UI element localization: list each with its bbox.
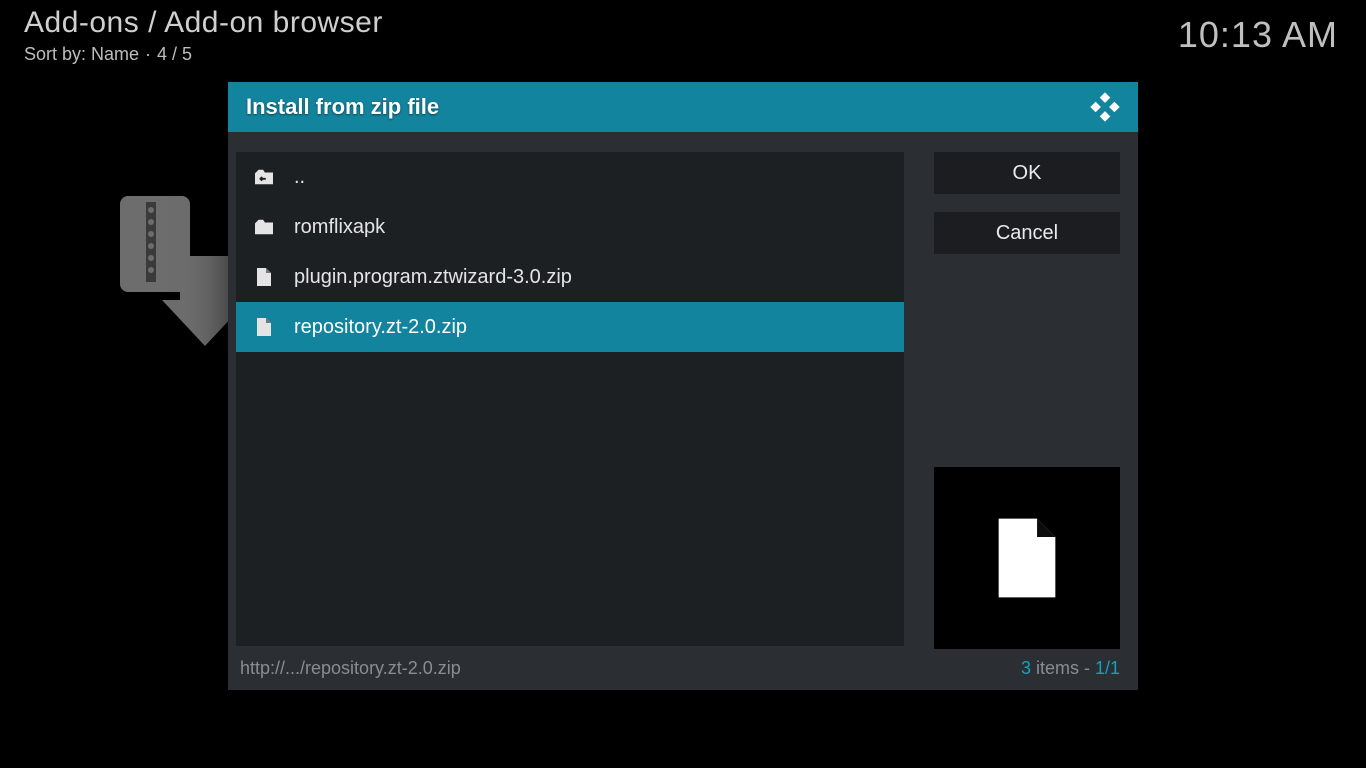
cancel-button[interactable]: Cancel <box>934 212 1120 254</box>
sort-label: Sort by: Name <box>24 44 139 64</box>
sort-line: Sort by: Name·4 / 5 <box>24 44 192 65</box>
item-count: 3 items - 1/1 <box>1021 658 1120 679</box>
clock: 10:13 AM <box>1178 14 1338 56</box>
file-preview <box>934 467 1120 649</box>
ok-button[interactable]: OK <box>934 152 1120 194</box>
list-position: 4 / 5 <box>157 44 192 64</box>
dialog-titlebar: Install from zip file <box>228 82 1138 132</box>
list-item[interactable]: romflixapk <box>236 202 904 252</box>
list-item[interactable]: .. <box>236 152 904 202</box>
item-count-number: 3 <box>1021 658 1031 678</box>
current-path: http://.../repository.zt-2.0.zip <box>240 658 461 679</box>
folder-icon <box>252 218 276 236</box>
list-item-label: romflixapk <box>294 216 385 239</box>
list-item[interactable]: repository.zt-2.0.zip <box>236 302 904 352</box>
file-icon <box>252 267 276 287</box>
install-zip-dialog: Install from zip file .. romflixapk plugin… <box>228 82 1138 690</box>
file-list[interactable]: .. romflixapk plugin.program.ztwizard-3.0.… <box>236 152 904 646</box>
file-icon <box>252 317 276 337</box>
folder-up-icon <box>252 168 276 186</box>
page-position: 1/1 <box>1095 658 1120 678</box>
list-item[interactable]: plugin.program.ztwizard-3.0.zip <box>236 252 904 302</box>
dialog-title: Install from zip file <box>246 94 439 120</box>
item-count-text: items - <box>1031 658 1095 678</box>
list-item-label: repository.zt-2.0.zip <box>294 316 467 339</box>
list-item-label: .. <box>294 166 305 189</box>
kodi-logo-icon <box>1090 92 1120 122</box>
breadcrumb: Add-ons / Add-on browser <box>24 6 383 40</box>
list-item-label: plugin.program.ztwizard-3.0.zip <box>294 266 572 289</box>
